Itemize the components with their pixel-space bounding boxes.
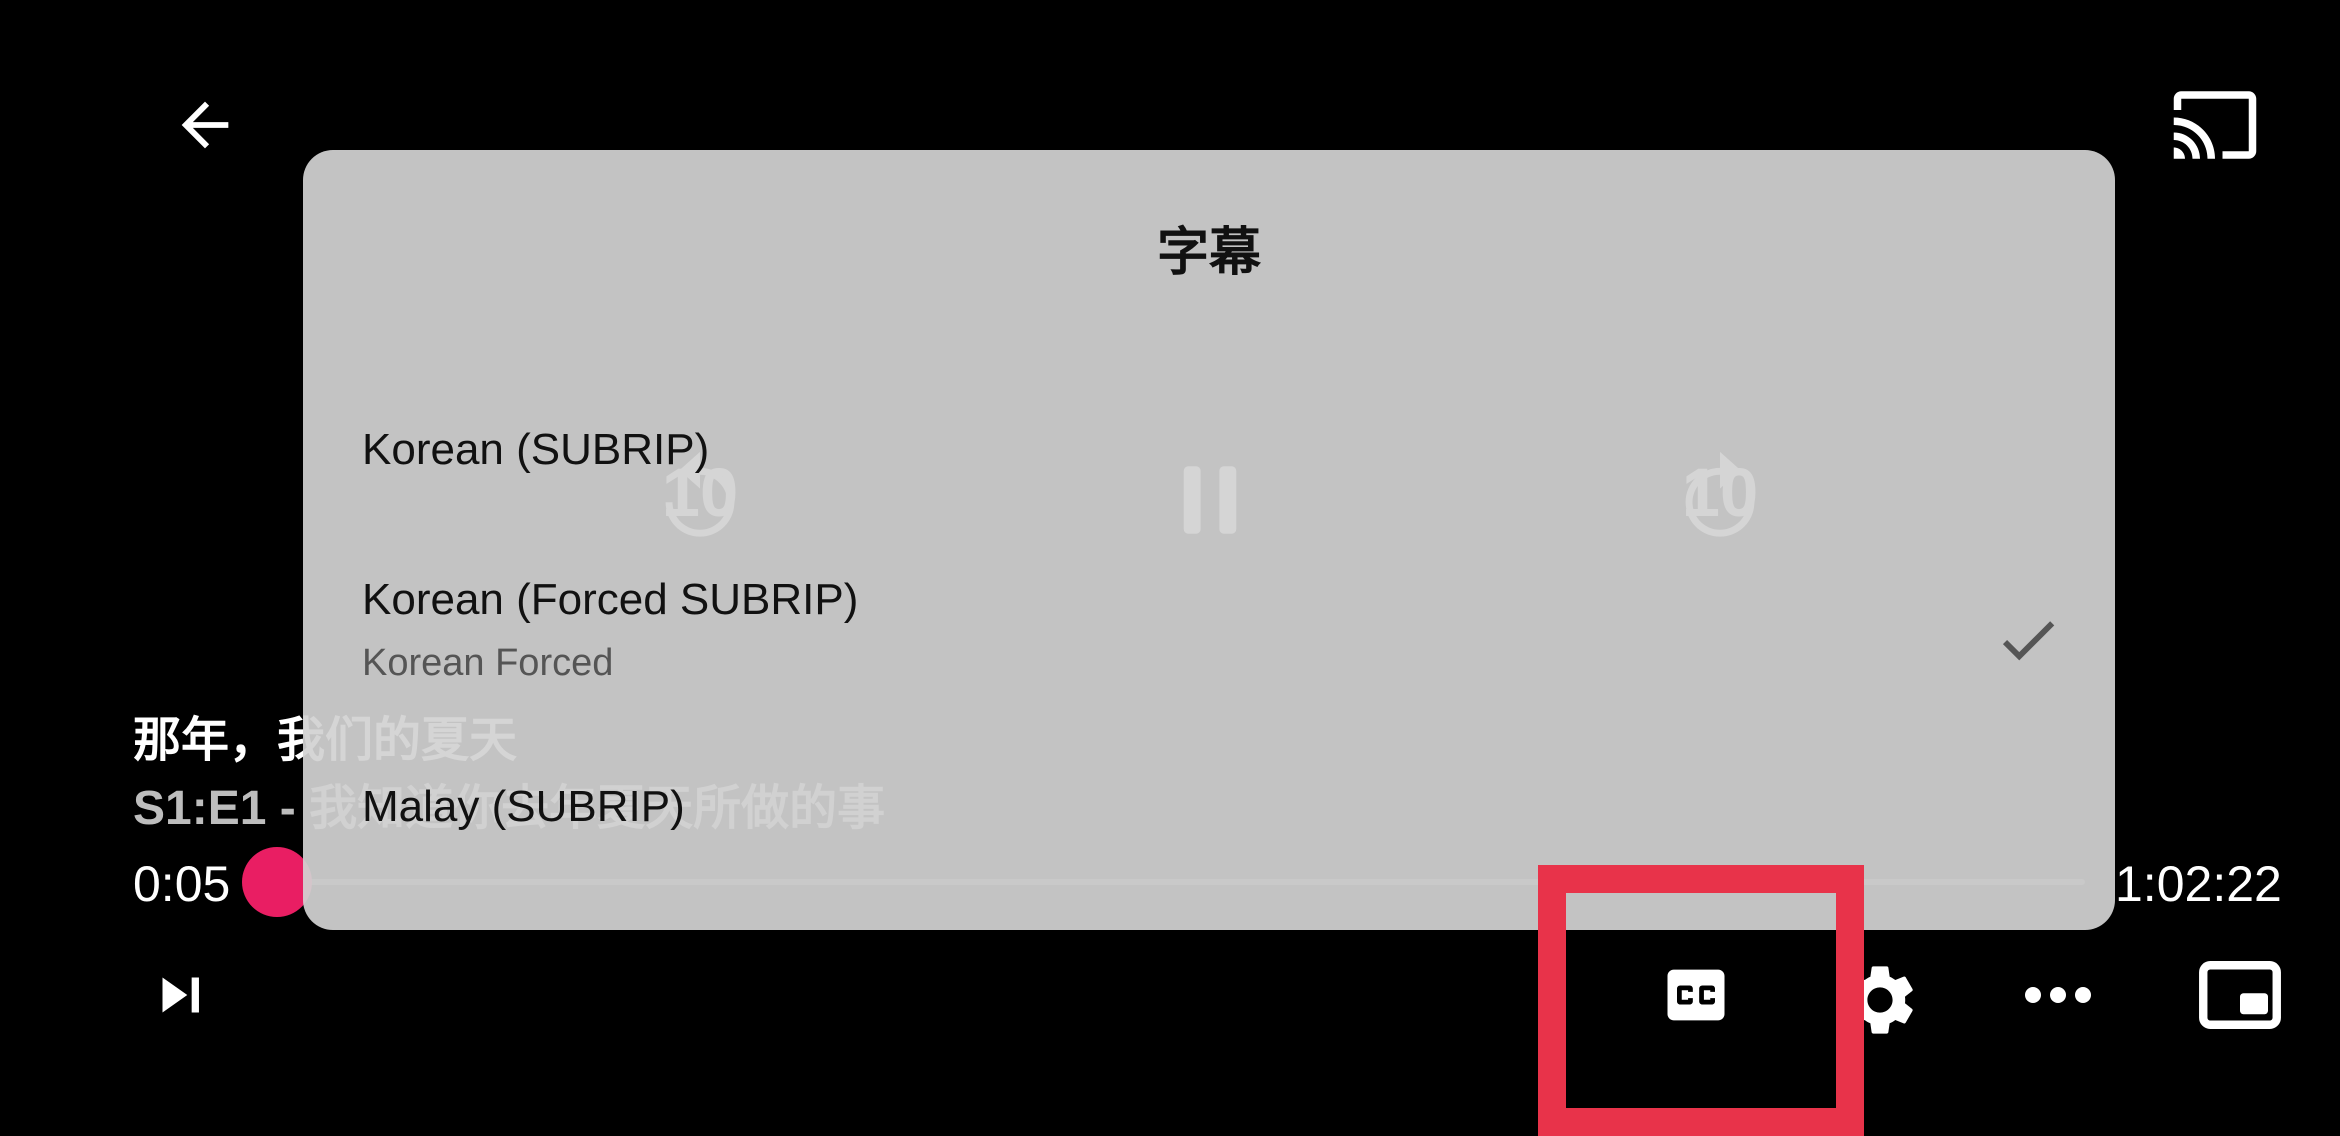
subtitle-option-label: Korean (SUBRIP) <box>362 425 710 474</box>
picture-in-picture-icon <box>2199 961 2281 1029</box>
subtitle-option-label: Malay (SUBRIP) <box>362 782 685 831</box>
skip-next-icon <box>162 977 199 1013</box>
subtitle-selection-dialog: 字幕 Korean (SUBRIP) Korean (Forced SUBRIP… <box>303 150 2115 930</box>
dialog-title: 字幕 <box>1156 224 1261 282</box>
cast-button[interactable] <box>2160 70 2270 180</box>
back-button[interactable] <box>150 70 260 180</box>
arrow-left-icon <box>181 101 229 149</box>
more-options-button[interactable] <box>2018 960 2098 1030</box>
picture-in-picture-button[interactable] <box>2195 957 2285 1033</box>
elapsed-time: 0:05 <box>133 856 231 912</box>
next-episode-button[interactable] <box>140 950 220 1040</box>
cast-icon <box>2173 91 2257 159</box>
check-icon <box>2002 621 2055 661</box>
subtitle-option-label: Korean (Forced SUBRIP) <box>362 575 859 624</box>
subtitle-option-sublabel: Korean Forced <box>362 642 614 684</box>
more-horizontal-icon <box>2025 987 2091 1003</box>
progress-thumb[interactable] <box>242 847 312 917</box>
cc-highlight-box <box>1538 865 1864 1136</box>
total-duration: 1:02:22 <box>2115 856 2282 912</box>
